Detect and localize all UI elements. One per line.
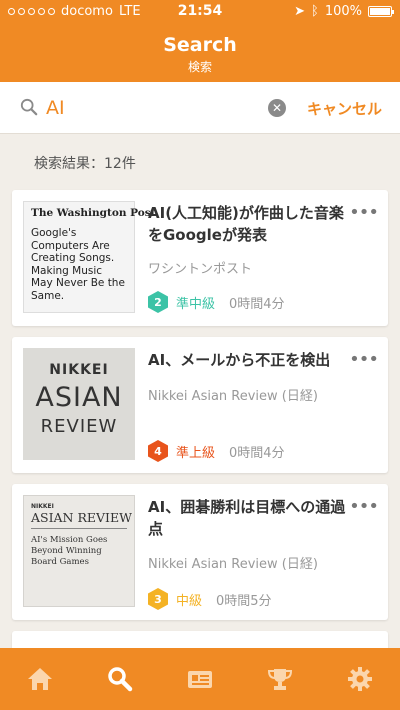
thumbnail-logo: NIKKEI: [31, 503, 54, 510]
article-thumbnail: NIKKEI ASIAN REVIEW: [23, 348, 135, 460]
battery-icon: [368, 6, 394, 17]
gear-icon: [348, 667, 372, 691]
tab-bar: [0, 648, 400, 710]
article-title: AI(人工知能)が作曲した音楽をGoogleが発表: [148, 204, 344, 244]
result-card[interactable]: NIKKEI ASIAN REVIEW AI's Mission Goes Be…: [12, 484, 388, 620]
level-badge: 4: [148, 440, 168, 462]
cancel-button[interactable]: キャンセル: [307, 98, 382, 119]
article-source: ワシントンポスト: [148, 262, 253, 277]
tab-tickets[interactable]: [160, 648, 240, 710]
level-label: 準中級: [176, 296, 216, 312]
more-options-icon[interactable]: •••: [349, 202, 379, 223]
article-thumbnail: The Washington Post Google's Computers A…: [23, 201, 156, 313]
level-badge: 3: [148, 588, 168, 610]
page-subtitle: 検索: [187, 60, 212, 74]
trophy-icon: [267, 669, 293, 690]
reading-time: 0時間5分: [216, 593, 272, 609]
article-meta: 4 準上級 0時間4分: [148, 440, 285, 462]
article-title: AI、囲碁勝利は目標への通過点: [148, 498, 346, 538]
clear-icon[interactable]: ✕: [268, 99, 286, 117]
reading-time: 0時間4分: [229, 445, 285, 461]
search-input[interactable]: [46, 94, 256, 122]
thumbnail-text: AI's Mission Goes Beyond Winning Board G…: [31, 535, 108, 567]
tab-ranking[interactable]: [240, 648, 320, 710]
reading-time: 0時間4分: [229, 296, 285, 312]
more-options-icon[interactable]: •••: [349, 349, 379, 370]
search-icon: [108, 667, 133, 692]
article-title: AI、メールから不正を検出: [148, 351, 331, 369]
article-thumbnail: NIKKEI ASIAN REVIEW AI's Mission Goes Be…: [23, 495, 135, 607]
status-bar: docomo LTE 21:54 ➤ ᛒ 100%: [0, 0, 400, 24]
article-meta: 3 中級 0時間5分: [148, 588, 272, 610]
result-card[interactable]: The Washington Post Google's Computers A…: [12, 190, 388, 326]
thumbnail-logo: NIKKEI: [49, 362, 109, 378]
battery-percent: 100%: [324, 4, 362, 19]
thumbnail-logo: ASIAN: [35, 382, 123, 413]
ticket-icon: [188, 671, 212, 688]
search-bar: ✕ キャンセル: [0, 82, 400, 134]
page-title: Search: [163, 34, 237, 56]
search-icon: [20, 98, 38, 116]
thumbnail-logo: ASIAN REVIEW: [31, 510, 132, 529]
more-options-icon[interactable]: •••: [349, 496, 379, 517]
level-label: 準上級: [176, 445, 216, 461]
result-card[interactable]: NIKKEI ASIAN REVIEW AI、メールから不正を検出 ••• Ni…: [12, 337, 388, 473]
tab-home[interactable]: [0, 648, 80, 710]
thumbnail-text: Google's Computers Are Creating Songs. M…: [31, 227, 125, 302]
tab-settings[interactable]: [320, 648, 400, 710]
article-source: Nikkei Asian Review (日経): [148, 389, 318, 404]
header-bar: docomo LTE 21:54 ➤ ᛒ 100% Search 検索: [0, 0, 400, 82]
tab-search[interactable]: [80, 648, 160, 710]
location-icon: ➤: [294, 4, 306, 19]
bluetooth-icon: ᛒ: [311, 4, 319, 19]
results-count: 検索結果：12件: [34, 156, 136, 172]
level-badge: 2: [148, 291, 168, 313]
thumbnail-logo: REVIEW: [40, 416, 118, 437]
thumbnail-logo: The Washington Post: [31, 207, 156, 219]
home-icon: [28, 668, 52, 690]
article-meta: 2 準中級 0時間4分: [148, 291, 285, 313]
level-label: 中級: [176, 593, 203, 609]
article-source: Nikkei Asian Review (日経): [148, 557, 318, 572]
